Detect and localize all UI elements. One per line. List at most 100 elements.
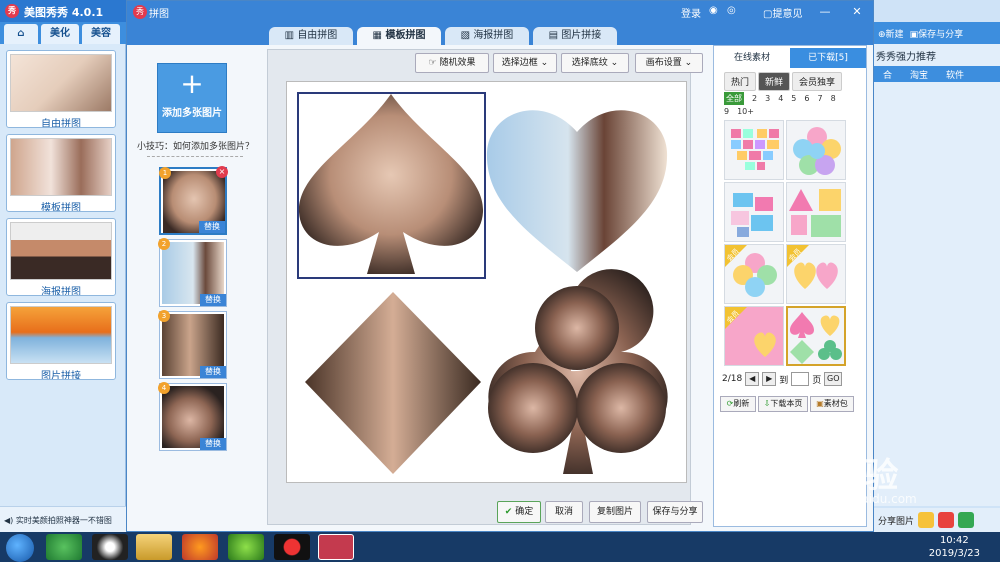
- refresh-button[interactable]: ⟳刷新: [720, 396, 756, 412]
- thumb-item-2[interactable]: 2 替换: [158, 238, 227, 307]
- select-texture-button[interactable]: 选择底纹 ⌄: [561, 53, 629, 73]
- heart-photo-slot[interactable]: [486, 110, 668, 272]
- start-button-icon[interactable]: [6, 534, 34, 562]
- random-effect-button[interactable]: ☞ 随机效果: [415, 53, 489, 73]
- collage-canvas[interactable]: [286, 81, 687, 483]
- tab-online-materials[interactable]: 在线素材: [714, 48, 790, 68]
- cancel-button[interactable]: 取消: [545, 501, 583, 523]
- chip-member[interactable]: 会员独享: [792, 72, 843, 91]
- recommend-tabs: 合 淘宝 软件: [874, 66, 1000, 82]
- material-pack-button[interactable]: ▣素材包: [810, 396, 854, 412]
- count-option[interactable]: 4: [778, 92, 783, 105]
- status-text[interactable]: 实时美颜拍照神器一不错图: [16, 516, 112, 525]
- thumb-number: 1: [159, 167, 171, 179]
- add-images-button[interactable]: + 添加多张图片: [157, 63, 227, 133]
- tab-software[interactable]: 软件: [937, 66, 973, 82]
- feedback-link[interactable]: ▢提意见: [763, 5, 802, 20]
- weibo-login-icon[interactable]: ◎: [727, 5, 736, 16]
- tab-beautify[interactable]: 美化: [41, 24, 79, 44]
- close-icon[interactable]: ✕: [849, 4, 865, 20]
- tab-recommend-he[interactable]: 合: [874, 66, 901, 82]
- tip-link[interactable]: 小技巧：如何添加多张图片？: [137, 139, 254, 152]
- replace-button[interactable]: 替换: [200, 366, 226, 378]
- meitu-taskbar-icon[interactable]: [318, 534, 354, 560]
- app-title-bar: 秀 美图秀秀 4.0.1: [0, 0, 130, 22]
- tab-free-collage[interactable]: ▥ 自由拼图: [269, 27, 353, 45]
- diamond-photo-slot[interactable]: [305, 292, 481, 474]
- tab-icon: ▥: [284, 30, 298, 41]
- minimize-icon[interactable]: —: [817, 4, 833, 20]
- template-item[interactable]: [786, 120, 846, 180]
- tab-beauty[interactable]: 美容: [82, 24, 120, 44]
- page-input[interactable]: [791, 372, 810, 386]
- 360-browser-icon[interactable]: [46, 534, 82, 560]
- replace-button[interactable]: 替换: [200, 294, 226, 306]
- delete-icon[interactable]: ×: [216, 166, 228, 178]
- spade-photo-slot[interactable]: [298, 94, 484, 274]
- template-item[interactable]: [786, 182, 846, 242]
- count-option[interactable]: 8: [831, 92, 836, 105]
- template-item[interactable]: [724, 120, 784, 180]
- chip-new[interactable]: 新鲜: [758, 72, 791, 91]
- template-item[interactable]: 会员: [724, 244, 784, 304]
- thumb-item-1[interactable]: 1 × 替换: [159, 166, 228, 235]
- download-page-button[interactable]: ⇩下载本页: [758, 396, 808, 412]
- add-share-icon[interactable]: [958, 512, 975, 528]
- app-tab-bar: ⌂ 美化 美容: [0, 22, 126, 44]
- go-button[interactable]: GO: [824, 372, 843, 386]
- thumb-item-3[interactable]: 3 替换: [158, 310, 227, 379]
- tab-downloaded[interactable]: 已下载[5]: [790, 48, 866, 68]
- template-item[interactable]: 会员: [786, 244, 846, 304]
- template-item[interactable]: [724, 182, 784, 242]
- category-template-collage[interactable]: 模板拼图: [6, 134, 116, 212]
- home-tab[interactable]: ⌂: [4, 24, 38, 44]
- count-option[interactable]: 9: [724, 105, 729, 118]
- tab-taobao[interactable]: 淘宝: [901, 66, 937, 82]
- folder-icon[interactable]: [136, 534, 172, 560]
- firefox-icon[interactable]: [182, 534, 218, 560]
- count-option[interactable]: 7: [817, 92, 822, 105]
- next-page-icon[interactable]: ▶: [762, 372, 777, 386]
- star-icon[interactable]: [918, 512, 935, 528]
- count-all[interactable]: 全部: [724, 92, 744, 105]
- share-image-label[interactable]: 分享图片: [878, 514, 914, 527]
- login-link[interactable]: 登录: [681, 5, 701, 20]
- recorder-icon[interactable]: [274, 534, 310, 560]
- category-free-collage[interactable]: 自由拼图: [6, 50, 116, 128]
- count-option[interactable]: 5: [791, 92, 796, 105]
- weibo-icon[interactable]: [938, 512, 955, 528]
- qq-taskbar-icon[interactable]: [92, 534, 128, 560]
- count-option[interactable]: 6: [804, 92, 809, 105]
- new-button[interactable]: ⊕新建: [878, 27, 904, 40]
- count-option[interactable]: 2: [752, 92, 757, 105]
- replace-button[interactable]: 替换: [200, 438, 226, 450]
- collage-svg: [297, 92, 668, 474]
- save-share-button[interactable]: ▣保存与分享: [910, 27, 964, 40]
- category-poster-collage[interactable]: 海报拼图: [6, 218, 116, 296]
- count-option[interactable]: 10+: [737, 105, 754, 118]
- template-item[interactable]: 会员: [724, 306, 784, 366]
- canvas-settings-button[interactable]: 画布设置 ⌄: [635, 53, 703, 73]
- thumb-item-4[interactable]: 4 替换: [158, 382, 227, 451]
- tab-poster-collage[interactable]: ▧ 海报拼图: [445, 27, 529, 45]
- replace-button[interactable]: 替换: [199, 221, 225, 233]
- save-share-dialog-button[interactable]: 保存与分享: [647, 501, 703, 523]
- prev-page-icon[interactable]: ◀: [745, 372, 760, 386]
- tab-template-collage[interactable]: ▦ 模板拼图: [357, 27, 441, 45]
- materials-tabs: 在线素材 已下载[5]: [714, 48, 866, 68]
- dialog-logo-icon: 秀: [133, 5, 147, 19]
- template-item-selected[interactable]: [786, 306, 846, 366]
- page-label: 页: [812, 375, 822, 386]
- select-border-button[interactable]: 选择边框 ⌄: [493, 53, 557, 73]
- chip-hot[interactable]: 热门: [724, 72, 757, 91]
- copy-image-button[interactable]: 复制图片: [589, 501, 641, 523]
- package-icon: ▣: [816, 399, 824, 408]
- system-clock[interactable]: 10:42 2019/3/23: [929, 534, 980, 560]
- video-player-icon[interactable]: [228, 534, 264, 560]
- category-image-stitch[interactable]: 图片拼接: [6, 302, 116, 380]
- count-option[interactable]: 3: [765, 92, 770, 105]
- goto-label: 到: [779, 375, 789, 386]
- confirm-button[interactable]: ✔ 确定: [497, 501, 541, 523]
- tab-image-stitch[interactable]: ▤ 图片拼接: [533, 27, 617, 45]
- qq-icon[interactable]: ◉: [709, 5, 718, 16]
